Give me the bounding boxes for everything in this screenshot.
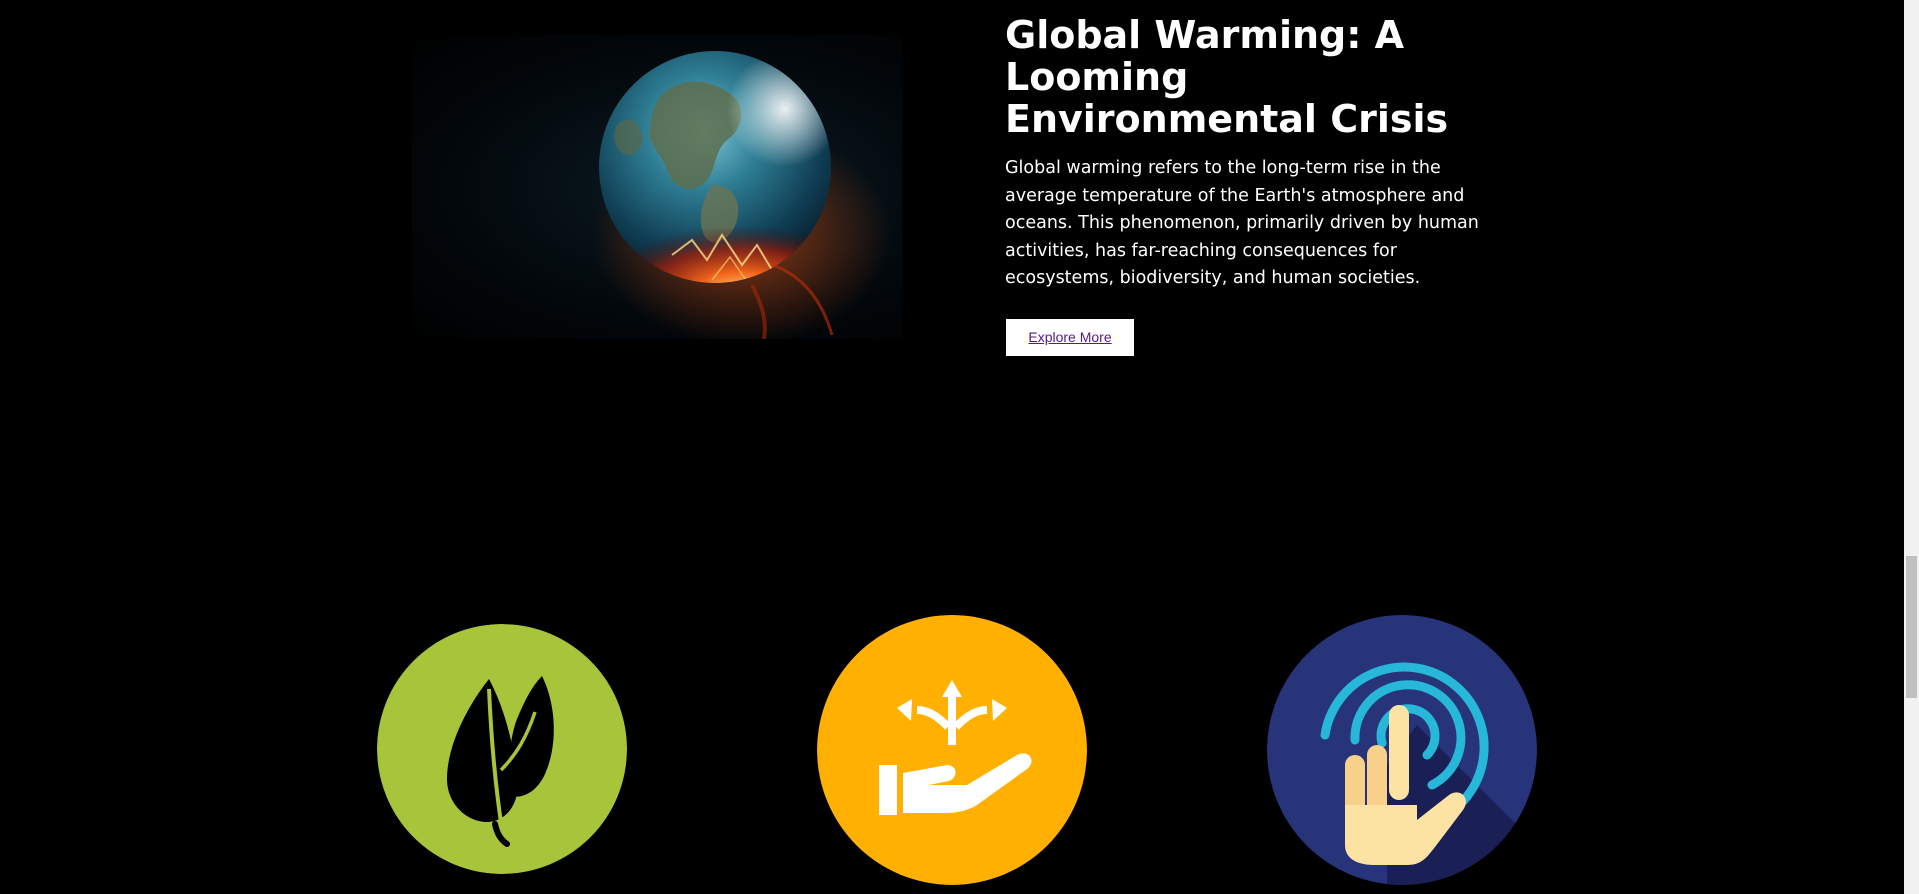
earth-image — [412, 35, 902, 339]
explore-more-button[interactable]: Explore More — [1006, 319, 1134, 356]
choice-hand-icon[interactable] — [817, 615, 1087, 885]
hero-title: Global Warming: A Looming Environmental … — [1005, 13, 1449, 141]
touch-hand-icon[interactable] — [1267, 615, 1537, 885]
scrollbar-thumb[interactable] — [1906, 556, 1917, 698]
page: Global Warming: A Looming Environmental … — [0, 0, 1919, 894]
hero-text-block: Global Warming: A Looming Environmental … — [1005, 14, 1500, 293]
leaf-icon[interactable] — [377, 624, 627, 874]
earth-illustration — [592, 51, 892, 339]
vertical-scrollbar[interactable] — [1904, 0, 1919, 894]
hero-description: Global warming refers to the long-term r… — [1005, 158, 1479, 288]
